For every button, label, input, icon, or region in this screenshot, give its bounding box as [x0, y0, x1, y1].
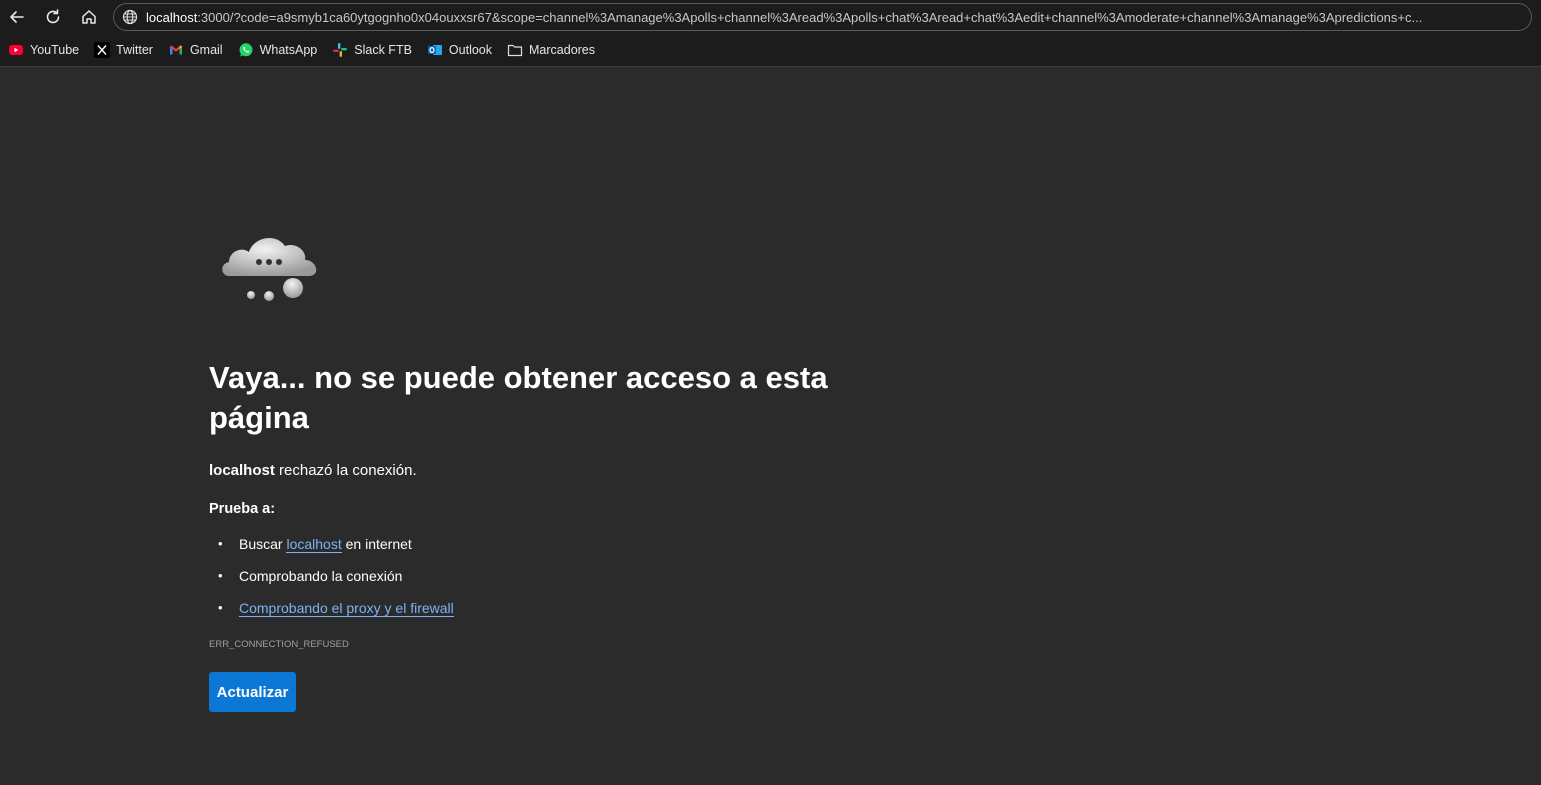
back-button[interactable] [3, 4, 31, 30]
bookmark-label: Twitter [116, 43, 153, 57]
try-label: Prueba a: [209, 501, 276, 517]
search-localhost-link[interactable]: localhost [286, 536, 342, 553]
bookmark-slack[interactable]: Slack FTB [332, 38, 418, 62]
bookmark-gmail[interactable]: Gmail [168, 38, 229, 62]
refresh-button[interactable]: Actualizar [209, 672, 296, 712]
bookmark-label: Marcadores [529, 43, 596, 57]
whatsapp-icon [238, 42, 254, 58]
browser-toolbar: localhost:3000/?code=a9smyb1ca60ytgognho… [0, 0, 1541, 34]
globe-icon [122, 9, 138, 25]
youtube-icon [8, 42, 24, 58]
reload-button[interactable] [39, 4, 67, 30]
back-arrow-icon [10, 11, 24, 23]
error-code: ERR_CONNECTION_REFUSED [209, 639, 349, 650]
suggestion-search: Buscar localhost en internet [209, 534, 454, 566]
cloud-thought-icon [222, 238, 317, 301]
slack-icon [332, 42, 348, 58]
suggestion-connection: Comprobando la conexión [209, 566, 454, 598]
x-twitter-icon [94, 42, 111, 58]
outlook-icon [427, 42, 443, 58]
bookmark-label: WhatsApp [259, 43, 318, 57]
error-reason-text: rechazó la conexión. [274, 462, 417, 479]
bookmark-youtube[interactable]: YouTube [8, 38, 85, 62]
gmail-icon [168, 42, 184, 58]
bookmark-label: Slack FTB [354, 43, 412, 57]
url-text: localhost:3000/?code=a9smyb1ca60ytgognho… [146, 10, 1442, 25]
url-path: :3000/?code=a9smyb1ca60ytgognho0x04ouxxs… [197, 9, 1423, 25]
reload-icon [46, 9, 60, 24]
bookmark-outlook[interactable]: Outlook [427, 38, 498, 62]
bookmark-label: Gmail [189, 43, 223, 57]
bookmark-label: YouTube [30, 43, 80, 57]
suggestion-proxy: Comprobando el proxy y el firewall [209, 598, 454, 630]
proxy-firewall-link[interactable]: Comprobando el proxy y el firewall [239, 600, 454, 617]
address-bar[interactable]: localhost:3000/?code=a9smyb1ca60ytgognho… [113, 3, 1532, 31]
url-host: localhost [146, 9, 198, 25]
folder-icon [507, 42, 523, 58]
suggestion-text: en internet [341, 536, 412, 552]
error-title: Vaya... no se puede obtener acceso a est… [209, 360, 828, 435]
bookmark-folder-marcadores[interactable]: Marcadores [507, 38, 601, 62]
suggestions-list: Buscar localhost en internet Comprobando… [209, 534, 454, 630]
bookmark-twitter[interactable]: Twitter [94, 38, 159, 62]
error-host: localhost [209, 462, 275, 479]
suggestion-text: Buscar [239, 536, 287, 552]
home-icon [82, 10, 96, 24]
bookmark-label: Outlook [448, 43, 493, 57]
error-reason: localhost rechazó la conexión. [209, 462, 417, 479]
bookmark-whatsapp[interactable]: WhatsApp [238, 38, 324, 62]
bookmarks-bar: YouTube Twitter Gmail WhatsApp Slack FTB… [0, 34, 1541, 67]
home-button[interactable] [75, 4, 103, 30]
